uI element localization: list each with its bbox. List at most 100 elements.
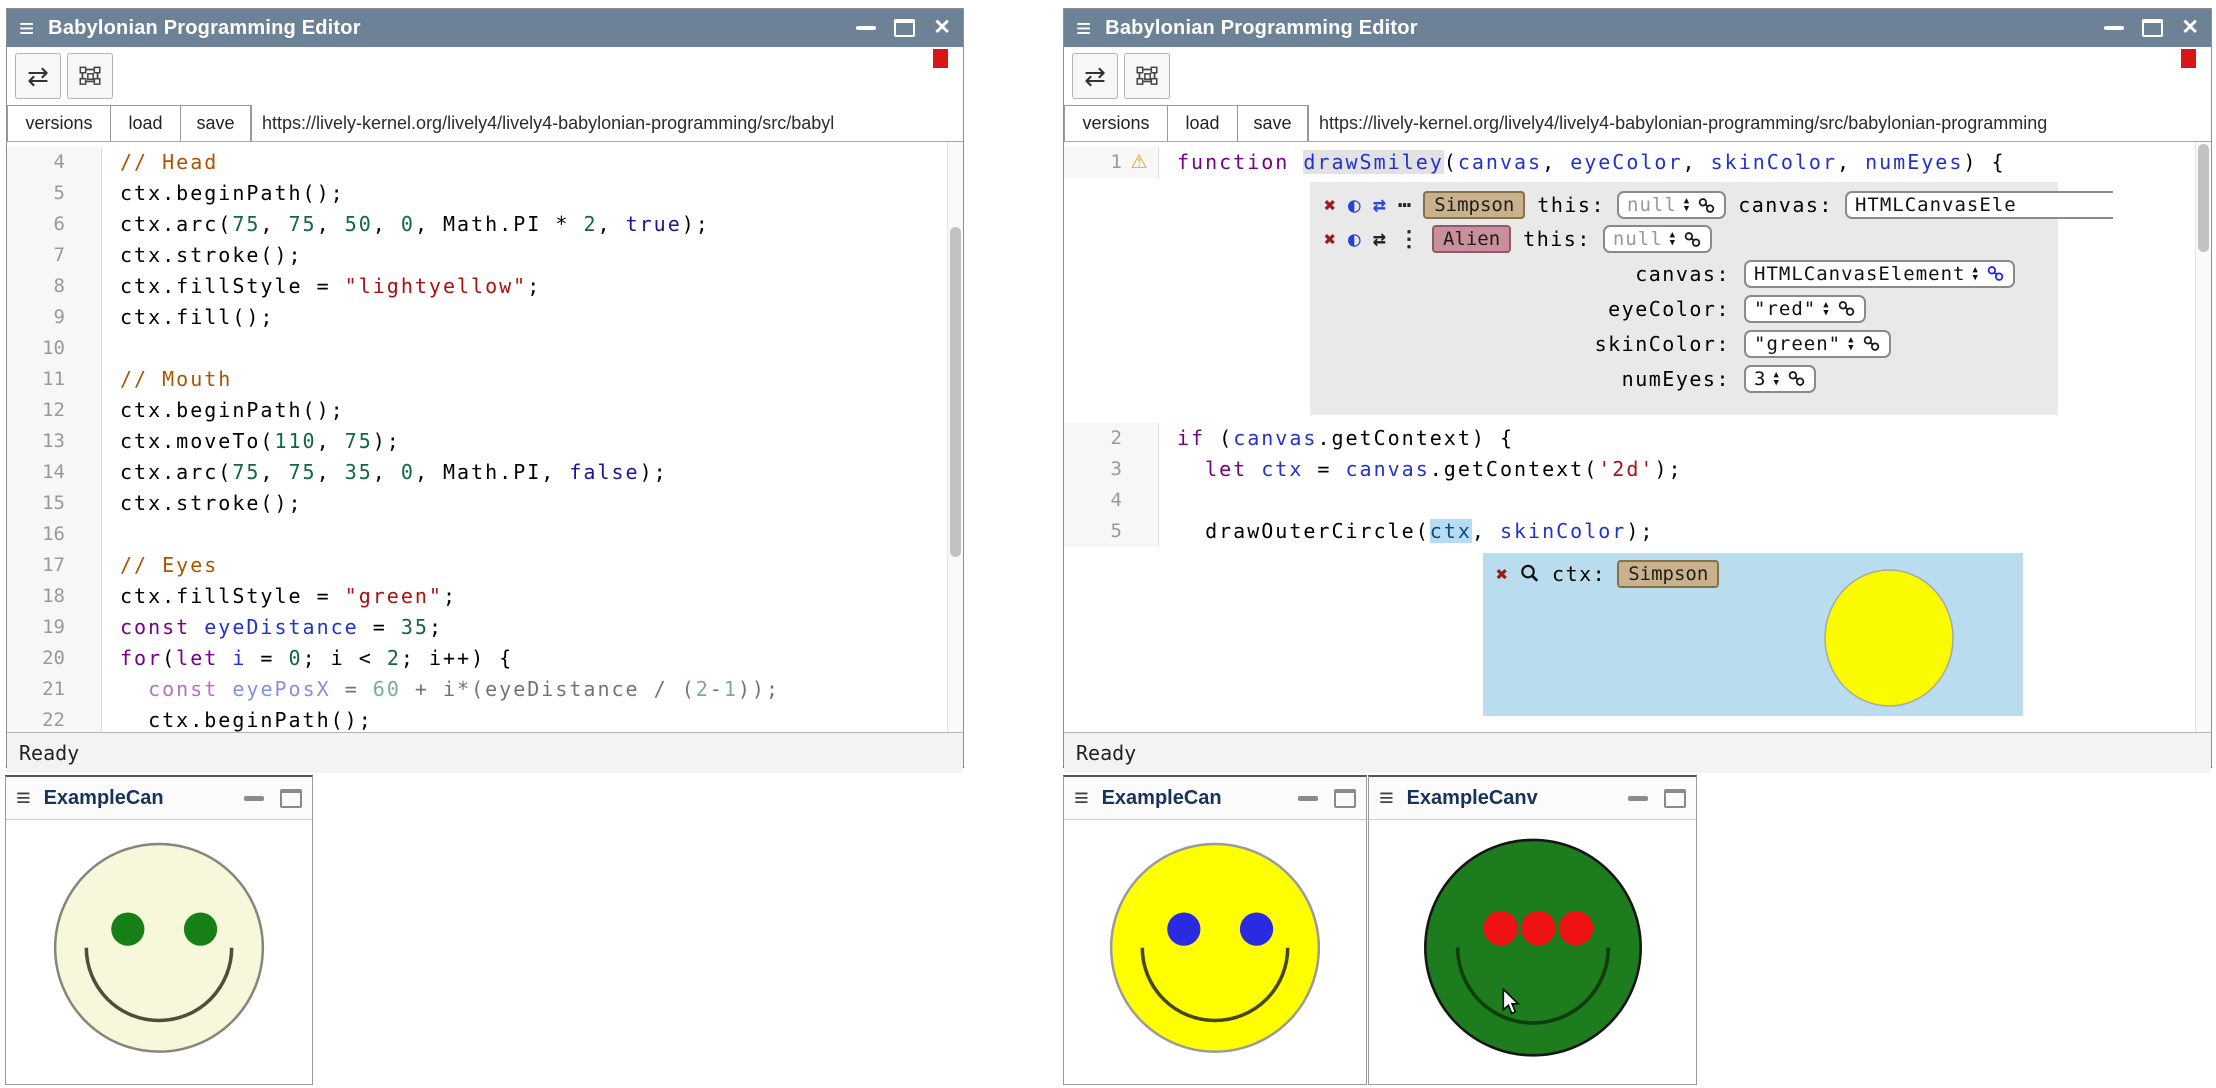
code-text[interactable]: ctx.arc(75, 75, 50, 0, Math.PI * 2, true… [102, 209, 710, 240]
canvas-value-box[interactable]: HTMLCanvasEle [1845, 191, 2113, 219]
code-text[interactable]: ctx.stroke(); [102, 240, 303, 271]
code-line[interactable]: 9ctx.fill(); [7, 302, 963, 333]
minimize-button[interactable] [2104, 26, 2124, 30]
code-text[interactable] [102, 333, 120, 364]
titlebar[interactable]: ≡ ExampleCanv [1369, 777, 1696, 820]
this-value-box[interactable]: null ▲▼ [1603, 225, 1712, 253]
this-value[interactable]: null [1627, 194, 1677, 216]
code-line[interactable]: 4 [1064, 485, 2211, 516]
minimize-button[interactable] [856, 26, 876, 30]
maximize-button[interactable] [2142, 19, 2163, 37]
titlebar[interactable]: ≡ Babylonian Programming Editor ✕ [7, 9, 963, 47]
code-text[interactable]: ctx.fillStyle = "green"; [102, 581, 457, 612]
code-text[interactable] [102, 519, 120, 550]
param-value-box[interactable]: "red" ▲▼ [1744, 295, 1866, 323]
this-value[interactable]: null [1613, 228, 1663, 250]
scrollbar[interactable] [2195, 142, 2211, 732]
code-text[interactable]: // Mouth [102, 364, 232, 395]
code-text[interactable]: for(let i = 0; i < 2; i++) { [102, 643, 513, 674]
code-line[interactable]: 14ctx.arc(75, 75, 35, 0, Math.PI, false)… [7, 457, 963, 488]
code-editor[interactable]: 4// Head5ctx.beginPath();6ctx.arc(75, 75… [7, 142, 963, 732]
trace-icon[interactable]: ⇄ [1373, 227, 1386, 252]
code-line[interactable]: 2if (canvas.getContext) { [1064, 423, 2211, 454]
link-icon[interactable] [1787, 369, 1806, 388]
probe-example-badge[interactable]: Simpson [1617, 560, 1719, 588]
update-button[interactable]: ⇄ [1072, 53, 1118, 99]
link-icon[interactable] [1697, 196, 1716, 215]
titlebar[interactable]: ≡ Babylonian Programming Editor ✕ [1064, 9, 2211, 47]
param-value[interactable]: HTMLCanvasElement [1754, 263, 1965, 285]
link-icon[interactable] [1862, 334, 1881, 353]
close-button[interactable]: ✕ [2181, 9, 2199, 47]
close-button[interactable]: ✕ [933, 9, 951, 47]
code-line[interactable]: 7ctx.stroke(); [7, 240, 963, 271]
stepper-icon[interactable]: ▲▼ [1823, 301, 1829, 317]
example-name-badge[interactable]: Alien [1432, 225, 1511, 253]
hamburger-icon[interactable]: ≡ [1074, 784, 1089, 813]
titlebar[interactable]: ≡ ExampleCan [1064, 777, 1366, 820]
code-line[interactable]: 12ctx.beginPath(); [7, 395, 963, 426]
hamburger-icon[interactable]: ≡ [16, 784, 31, 813]
param-value-box[interactable]: HTMLCanvasElement ▲▼ [1744, 260, 2015, 288]
maximize-button[interactable] [894, 19, 915, 37]
hamburger-icon[interactable]: ≡ [19, 9, 34, 47]
param-value[interactable]: "green" [1754, 333, 1841, 355]
load-button[interactable]: load [1168, 105, 1238, 141]
scrollbar-thumb[interactable] [2198, 144, 2209, 252]
code-text[interactable]: ctx.stroke(); [102, 488, 303, 519]
toggle-example-icon[interactable]: ◐ [1348, 227, 1361, 251]
code-line[interactable]: 8ctx.fillStyle = "lightyellow"; [7, 271, 963, 302]
code-text[interactable]: ctx.fill(); [102, 302, 274, 333]
stepper-icon[interactable]: ▲▼ [1684, 197, 1690, 213]
save-button[interactable]: save [1238, 105, 1308, 141]
stepper-icon[interactable]: ▲▼ [1972, 266, 1978, 282]
maximize-button[interactable] [1664, 789, 1686, 808]
stepper-icon[interactable]: ▲▼ [1670, 231, 1676, 247]
code-line[interactable]: 5 drawOuterCircle(ctx, skinColor); [1064, 516, 2211, 547]
titlebar[interactable]: ≡ ExampleCan [6, 777, 312, 820]
code-line[interactable]: 3 let ctx = canvas.getContext('2d'); [1064, 454, 2211, 485]
magnifier-icon[interactable] [1519, 563, 1541, 585]
code-line[interactable]: 15ctx.stroke(); [7, 488, 963, 519]
code-line[interactable]: 10 [7, 333, 963, 364]
code-line[interactable]: 11// Mouth [7, 364, 963, 395]
code-line[interactable]: 13ctx.moveTo(110, 75); [7, 426, 963, 457]
update-button[interactable]: ⇄ [15, 53, 61, 99]
code-text[interactable]: ctx.beginPath(); [102, 178, 345, 209]
code-line[interactable]: 4// Head [7, 147, 963, 178]
select-frame-button[interactable] [1124, 53, 1170, 99]
delete-example-icon[interactable]: ✖ [1324, 227, 1336, 251]
stepper-icon[interactable]: ▲▼ [1773, 371, 1779, 387]
more-options-icon[interactable]: ⋯ [1398, 193, 1411, 218]
param-value[interactable]: "red" [1754, 298, 1816, 320]
code-line[interactable]: 22 ctx.beginPath(); [7, 705, 963, 732]
code-text[interactable]: const eyePosX = 60 + i*(eyeDistance / (2… [102, 674, 780, 705]
code-editor[interactable]: 1⚠function drawSmiley(canvas, eyeColor, … [1064, 142, 2211, 732]
more-options-icon[interactable]: ⋮ [1398, 227, 1420, 252]
code-line[interactable]: 17// Eyes [7, 550, 963, 581]
code-text[interactable]: ctx.fillStyle = "lightyellow"; [102, 271, 541, 302]
minimize-button[interactable] [1298, 796, 1318, 801]
maximize-button[interactable] [280, 789, 302, 808]
minimize-button[interactable] [1628, 796, 1648, 801]
select-frame-button[interactable] [67, 53, 113, 99]
canvas-value[interactable]: HTMLCanvasEle [1855, 194, 2017, 216]
code-text[interactable]: function drawSmiley(canvas, eyeColor, sk… [1159, 147, 2006, 178]
toggle-example-icon[interactable]: ◐ [1348, 193, 1361, 217]
code-line[interactable]: 16 [7, 519, 963, 550]
code-text[interactable]: drawOuterCircle(ctx, skinColor); [1159, 516, 1654, 547]
example-name-badge[interactable]: Simpson [1423, 191, 1525, 219]
code-line[interactable]: 6ctx.arc(75, 75, 50, 0, Math.PI * 2, tru… [7, 209, 963, 240]
versions-button[interactable]: versions [1064, 105, 1168, 141]
stepper-icon[interactable]: ▲▼ [1848, 336, 1854, 352]
code-text[interactable]: ctx.arc(75, 75, 35, 0, Math.PI, false); [102, 457, 668, 488]
versions-button[interactable]: versions [7, 105, 111, 141]
code-text[interactable] [1159, 485, 1177, 516]
param-value[interactable]: 3 [1754, 368, 1766, 390]
code-text[interactable]: ctx.beginPath(); [102, 395, 345, 426]
this-value-box[interactable]: null ▲▼ [1617, 191, 1726, 219]
load-button[interactable]: load [111, 105, 181, 141]
link-icon[interactable] [1837, 299, 1856, 318]
delete-probe-icon[interactable]: ✖ [1496, 562, 1508, 586]
save-button[interactable]: save [181, 105, 251, 141]
